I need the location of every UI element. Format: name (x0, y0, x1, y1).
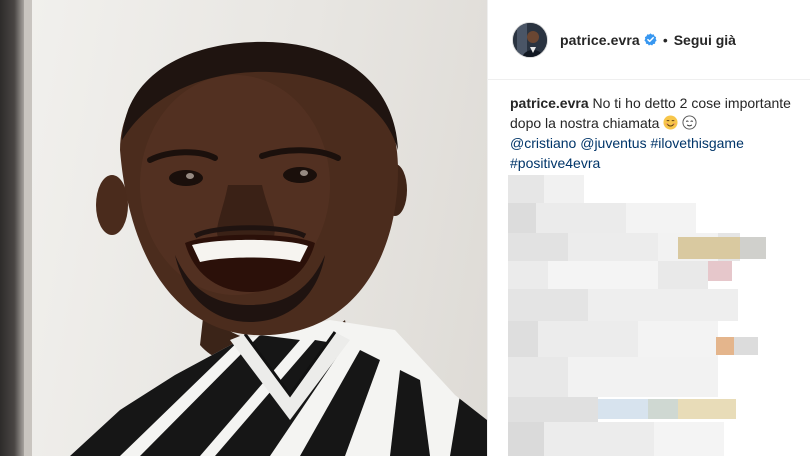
profile-avatar[interactable] (512, 21, 548, 58)
mosaic-block (598, 399, 648, 419)
mosaic-block (716, 337, 734, 355)
mosaic-block (678, 399, 736, 419)
mosaic-block (658, 261, 708, 289)
mosaic-block (678, 237, 740, 259)
mosaic-block (654, 422, 724, 456)
post-header: patrice.evra • Segui già (488, 0, 810, 80)
tag-link[interactable]: @juventus (580, 135, 646, 151)
mosaic-block (568, 233, 658, 261)
tag-link[interactable]: #ilovethisgame (650, 135, 743, 151)
mosaic-block (508, 289, 588, 321)
verified-badge-icon (644, 33, 657, 46)
post-media[interactable] (0, 0, 487, 456)
mosaic-block (638, 321, 718, 357)
smiling-face-emoji-icon (663, 115, 678, 130)
mosaic-block (508, 397, 598, 422)
relieved-face-emoji-icon (682, 115, 697, 130)
post-sidebar: patrice.evra • Segui già patrice.evra No… (487, 0, 810, 456)
tag-link[interactable]: @cristiano (510, 135, 576, 151)
mosaic-block (588, 289, 738, 321)
mosaic-block (544, 175, 584, 203)
mosaic-block (508, 321, 538, 357)
mosaic-block (508, 233, 568, 261)
tag-link[interactable]: #positive4evra (510, 155, 600, 171)
mosaic-block (548, 261, 658, 289)
caption-username[interactable]: patrice.evra (510, 95, 589, 111)
mosaic-block (648, 399, 678, 419)
blurred-comments (508, 175, 808, 456)
mosaic-block (508, 422, 544, 456)
mosaic-block (508, 261, 548, 289)
mosaic-block (538, 321, 638, 357)
header-username[interactable]: patrice.evra (560, 32, 640, 48)
header-separator: • (662, 31, 668, 48)
mosaic-block (740, 237, 766, 259)
mosaic-block (708, 261, 732, 281)
follow-button[interactable]: Segui già (674, 32, 736, 48)
mosaic-block (568, 357, 718, 397)
mosaic-block (734, 337, 758, 355)
avatar-image (513, 22, 547, 57)
mosaic-block (536, 203, 626, 233)
mosaic-block (626, 203, 696, 233)
mosaic-block (508, 175, 544, 203)
person-photo (70, 41, 487, 456)
mosaic-block (544, 422, 654, 456)
post-caption: patrice.evra No ti ho detto 2 cose impor… (510, 93, 800, 173)
mosaic-block (508, 357, 568, 397)
mosaic-block (508, 203, 536, 233)
